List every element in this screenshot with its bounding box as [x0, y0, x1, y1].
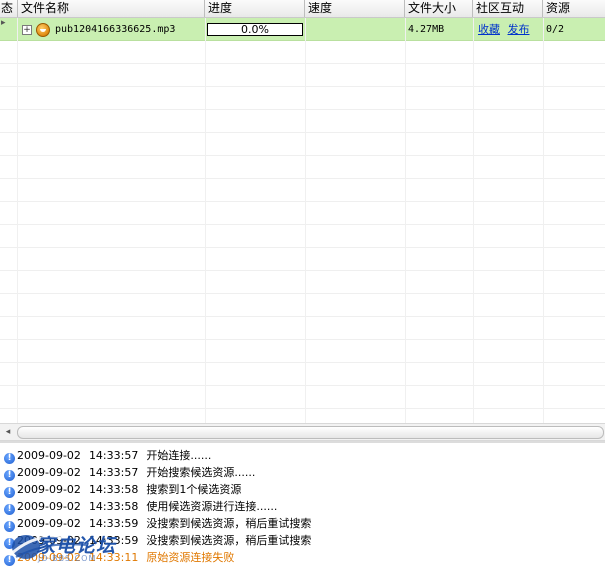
- empty-row: [0, 409, 605, 423]
- log-time: 14:33:57: [88, 449, 139, 462]
- empty-row: [0, 271, 605, 294]
- progress-bar: 0.0%: [207, 23, 303, 36]
- empty-row: [0, 363, 605, 386]
- empty-row: [0, 386, 605, 409]
- column-divider: [405, 18, 406, 423]
- community-links: 收藏 发布: [478, 18, 530, 41]
- empty-row: [0, 156, 605, 179]
- log-date: 2009-09-02: [17, 500, 81, 513]
- empty-row: [0, 202, 605, 225]
- log-message: 原始资源连接失败: [146, 551, 235, 564]
- log-message: 没搜索到候选资源，稍后重试搜索: [146, 534, 312, 547]
- column-file-name[interactable]: 文件名称: [18, 0, 205, 17]
- column-divider: [205, 18, 206, 423]
- empty-row: [0, 87, 605, 110]
- column-file-size[interactable]: 文件大小: [405, 0, 473, 17]
- task-size: 4.27MB: [408, 24, 445, 35]
- column-divider: [543, 18, 544, 423]
- empty-row: [0, 41, 605, 64]
- column-sources[interactable]: 资源: [543, 0, 605, 17]
- empty-row: [0, 225, 605, 248]
- column-speed[interactable]: 速度: [305, 0, 405, 17]
- log-message: 搜索到1个候选资源: [146, 483, 242, 496]
- empty-row: [0, 110, 605, 133]
- log-line: ! 2009-09-02 14:33:57 开始连接......: [4, 447, 211, 464]
- empty-row: [0, 64, 605, 87]
- watermark-subtitle: JD-BBS.COM: [38, 554, 97, 563]
- empty-row: [0, 133, 605, 156]
- log-time: 14:33:58: [88, 483, 139, 496]
- task-row[interactable]: ▸ + pub1204166336625.mp3 0.0% 4.27MB 收藏 …: [0, 18, 605, 41]
- log-line: ! 2009-09-02 14:33:58 使用候选资源进行连接......: [4, 498, 277, 515]
- music-file-icon: [36, 23, 50, 37]
- info-icon: !: [4, 504, 15, 515]
- column-progress[interactable]: 进度: [205, 0, 305, 17]
- task-file-name: pub1204166336625.mp3: [55, 24, 176, 35]
- log-message: 开始连接......: [146, 449, 212, 462]
- collect-link[interactable]: 收藏: [478, 23, 500, 36]
- log-line: ! 2009-09-02 14:33:57 开始搜索候选资源......: [4, 464, 255, 481]
- info-icon: !: [4, 487, 15, 498]
- log-time: 14:33:57: [88, 466, 139, 479]
- log-message: 使用候选资源进行连接......: [146, 500, 278, 513]
- empty-row: [0, 248, 605, 271]
- column-divider: [17, 18, 18, 423]
- task-list: ▸ + pub1204166336625.mp3 0.0% 4.27MB 收藏 …: [0, 18, 605, 423]
- horizontal-scrollbar[interactable]: ◂: [0, 423, 605, 441]
- column-status[interactable]: 态: [0, 0, 18, 17]
- empty-row: [0, 317, 605, 340]
- column-header: 态 文件名称 进度 速度 文件大小 社区互动 资源: [0, 0, 605, 18]
- expand-icon[interactable]: +: [22, 25, 32, 35]
- column-community[interactable]: 社区互动: [473, 0, 543, 17]
- scrollbar-thumb[interactable]: [17, 426, 604, 439]
- empty-row: [0, 294, 605, 317]
- log-date: 2009-09-02: [17, 449, 81, 462]
- log-line: ! 2009-09-02 14:33:58 搜索到1个候选资源: [4, 481, 241, 498]
- column-divider: [305, 18, 306, 423]
- publish-link[interactable]: 发布: [508, 23, 530, 36]
- progress-text: 0.0%: [241, 23, 269, 36]
- log-message: 没搜索到候选资源，稍后重试搜索: [146, 517, 312, 530]
- scroll-left-icon[interactable]: ◂: [0, 424, 16, 440]
- task-sources: 0/2: [546, 24, 565, 35]
- log-date: 2009-09-02: [17, 483, 81, 496]
- status-indicator-icon: ▸: [1, 18, 6, 28]
- watermark-logo: 家电论坛 JD-BBS.COM: [6, 529, 136, 565]
- log-message: 开始搜索候选资源......: [146, 466, 256, 479]
- empty-row: [0, 179, 605, 202]
- log-date: 2009-09-02: [17, 466, 81, 479]
- column-divider: [473, 18, 474, 423]
- empty-row: [0, 340, 605, 363]
- log-time: 14:33:58: [88, 500, 139, 513]
- info-icon: !: [4, 470, 15, 481]
- info-icon: !: [4, 453, 15, 464]
